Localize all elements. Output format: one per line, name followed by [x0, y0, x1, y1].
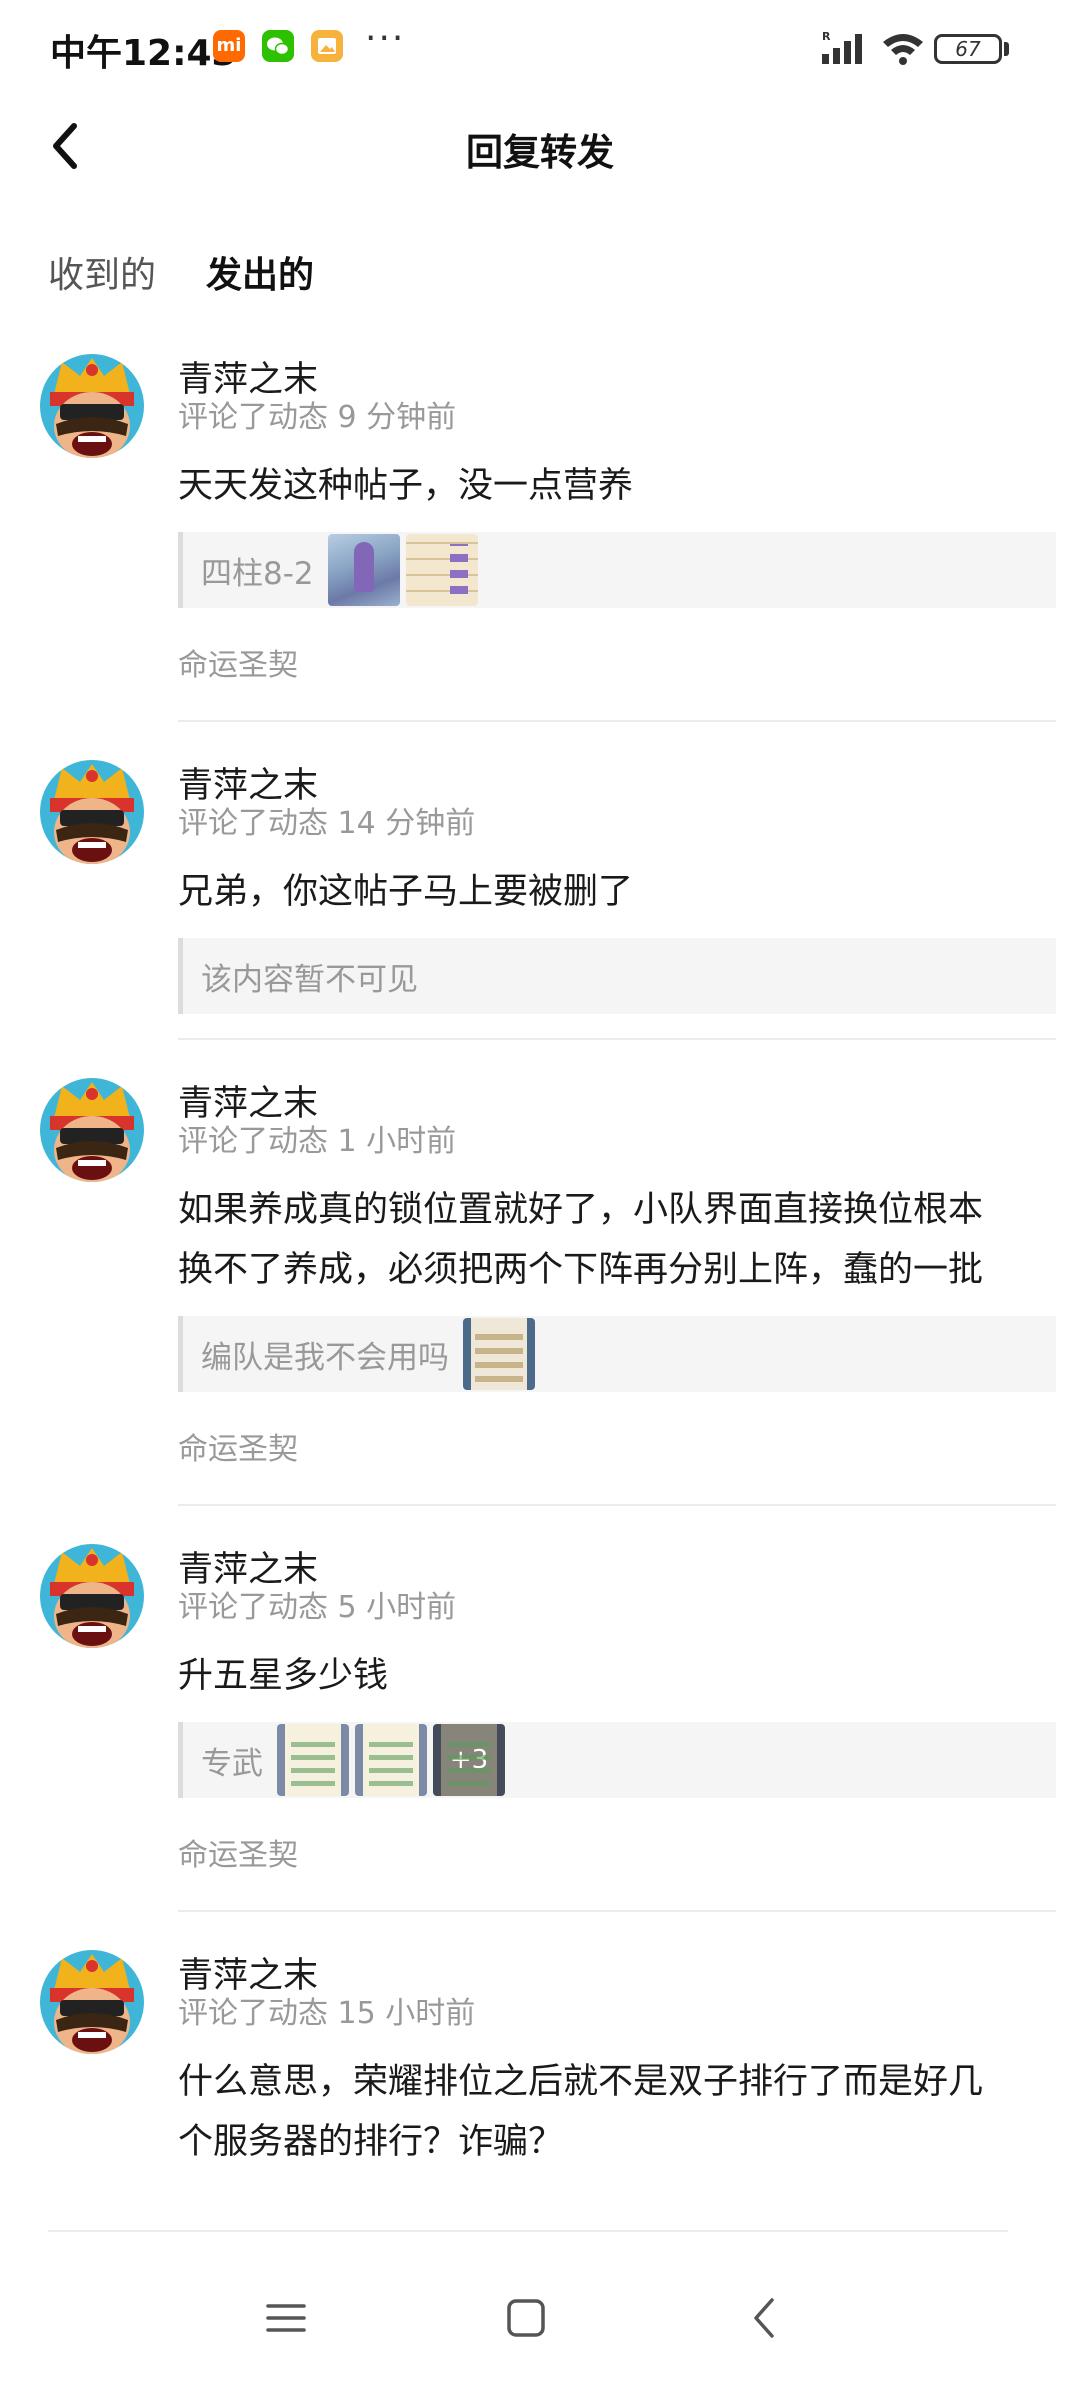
quoted-post-thumbnail[interactable] — [405, 534, 478, 606]
system-nav-bar — [0, 2232, 1080, 2400]
quoted-post-title: 该内容暂不可见 — [201, 961, 418, 998]
username[interactable]: 青萍之末 — [178, 1064, 1056, 1124]
reply-item[interactable]: 青萍之末 评论了动态 14 分钟前兄弟，你这帖子马上要被删了该内容暂不可见 — [0, 722, 1080, 1040]
page-title: 回复转发 — [466, 131, 614, 174]
avatar[interactable] — [40, 1950, 144, 2054]
topic-tag[interactable]: 命运圣契 — [178, 1830, 1056, 1873]
menu-icon[interactable] — [256, 2288, 316, 2348]
quoted-post[interactable]: 编队是我不会用吗 — [178, 1316, 1056, 1392]
svg-text:R: R — [822, 30, 831, 43]
gallery-icon — [311, 30, 343, 62]
reply-content: 升五星多少钱 — [178, 1656, 389, 1696]
avatar[interactable] — [40, 1078, 144, 1182]
reply-item[interactable]: 青萍之末 评论了动态 15 小时前什么意思，荣耀排位之后就不是双子排行了而是好几个… — [0, 1912, 1080, 2172]
tab-bar: 收到的 发出的 — [0, 240, 1080, 310]
more-images-count: +3 — [433, 1724, 505, 1796]
reply-item[interactable]: 青萍之末 评论了动态 1 小时前如果养成真的锁位置就好了，小队界面直接换位根本换不… — [0, 1040, 1080, 1506]
reply-content: 什么意思，荣耀排位之后就不是双子排行了而是好几个服务器的排行？诈骗？ — [178, 2062, 984, 2162]
reply-item[interactable]: 青萍之末 评论了动态 9 分钟前天天发这种帖子，没一点营养四柱8-2 命运圣契 — [0, 340, 1080, 722]
mi-icon: mi — [213, 30, 245, 62]
battery-tip — [1004, 42, 1009, 56]
username[interactable]: 青萍之末 — [178, 746, 1056, 806]
quoted-post-thumbnail[interactable]: +3 — [433, 1724, 505, 1796]
reply-list: 青萍之末 评论了动态 9 分钟前 天天发这种帖子，没一点营养 四柱8-2 命运圣契 青萍… — [0, 340, 1080, 2230]
more-notifications-icon: ··· — [365, 18, 406, 59]
home-icon[interactable] — [496, 2288, 556, 2348]
topic-tag[interactable]: 命运圣契 — [178, 640, 1056, 683]
quoted-post-thumbnail[interactable] — [277, 1724, 349, 1796]
quoted-post-title: 四柱8-2 — [201, 555, 314, 592]
reply-meta: 评论了动态 15 小时前 — [178, 1996, 476, 2031]
battery-icon: 67 — [934, 34, 1002, 64]
username[interactable]: 青萍之末 — [178, 340, 1056, 400]
reply-item[interactable]: 青萍之末 评论了动态 5 小时前升五星多少钱专武 +3 命运圣契 — [0, 1506, 1080, 1912]
signal-icon: R — [822, 30, 862, 64]
quoted-post-thumbnail[interactable] — [327, 534, 400, 606]
avatar[interactable] — [40, 1544, 144, 1648]
reply-content: 天天发这种帖子，没一点营养 — [178, 466, 634, 506]
tab-received[interactable]: 收到的 — [48, 246, 156, 298]
quoted-post[interactable]: 专武 +3 — [178, 1722, 1056, 1798]
quoted-post[interactable]: 四柱8-2 — [178, 532, 1056, 608]
header: 回复转发 — [0, 96, 1080, 204]
tab-sent[interactable]: 发出的 — [206, 246, 314, 298]
username[interactable]: 青萍之末 — [178, 1936, 1056, 1996]
quoted-post-title: 编队是我不会用吗 — [201, 1339, 449, 1376]
quoted-post-title: 专武 — [201, 1745, 263, 1782]
username[interactable]: 青萍之末 — [178, 1530, 1056, 1590]
wechat-icon — [262, 30, 294, 62]
status-time: 中午12:43 — [50, 33, 237, 74]
quoted-post[interactable]: 该内容暂不可见 — [178, 938, 1056, 1014]
back-icon[interactable] — [736, 2288, 796, 2348]
wifi-icon — [883, 34, 923, 65]
status-bar: 中午12:43 mi ··· R 67 — [0, 0, 1080, 96]
reply-meta: 评论了动态 1 小时前 — [178, 1124, 457, 1159]
reply-content: 如果养成真的锁位置就好了，小队界面直接换位根本换不了养成，必须把两个下阵再分别上… — [178, 1190, 984, 1290]
avatar[interactable] — [40, 760, 144, 864]
reply-meta: 评论了动态 5 小时前 — [178, 1590, 457, 1625]
topic-tag[interactable]: 命运圣契 — [178, 1424, 1056, 1467]
avatar[interactable] — [40, 354, 144, 458]
reply-meta: 评论了动态 14 分钟前 — [178, 806, 476, 841]
reply-meta: 评论了动态 9 分钟前 — [178, 400, 457, 435]
reply-content: 兄弟，你这帖子马上要被删了 — [178, 872, 634, 912]
quoted-post-thumbnail[interactable] — [463, 1318, 535, 1390]
quoted-post-thumbnail[interactable] — [355, 1724, 427, 1796]
